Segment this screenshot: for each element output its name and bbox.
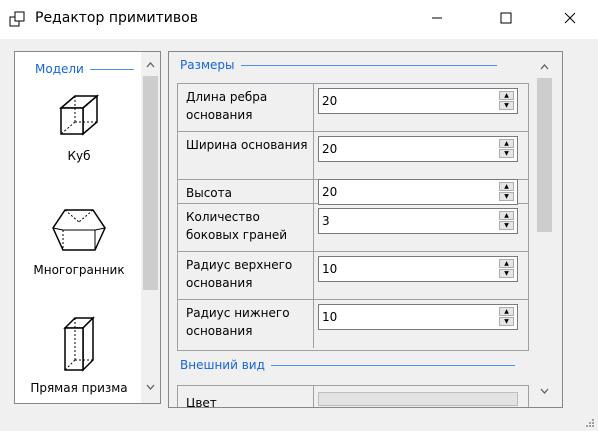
window-icon xyxy=(9,11,27,32)
numeric-stepper[interactable]: ▲ ▼ xyxy=(499,139,514,159)
property-label: Цвет xyxy=(178,386,314,407)
section-title-dimensions: Размеры xyxy=(180,58,235,72)
property-label: Высота xyxy=(178,180,314,203)
property-row-color: Цвет xyxy=(178,386,528,407)
stepper-down-icon[interactable]: ▼ xyxy=(499,101,514,110)
models-scrollbar-thumb[interactable] xyxy=(143,76,158,290)
numeric-stepper[interactable]: ▲ ▼ xyxy=(499,211,514,231)
model-item-prism[interactable]: Прямая призма xyxy=(19,314,139,395)
window-title: Редактор примитивов xyxy=(35,10,198,26)
close-button[interactable] xyxy=(547,0,593,39)
dimensions-grid: Длина ребра основания 20 ▲ ▼ Ширина осно… xyxy=(177,83,529,351)
property-row-side-faces-count: Количество боковых граней 3 ▲ ▼ xyxy=(178,204,528,252)
numeric-stepper[interactable]: ▲ ▼ xyxy=(499,91,514,111)
minimize-button[interactable] xyxy=(414,0,460,39)
numeric-stepper[interactable]: ▲ ▼ xyxy=(499,182,514,202)
chevron-down-icon xyxy=(540,386,549,397)
properties-scrollbar-thumb[interactable] xyxy=(537,78,552,232)
scroll-up-button[interactable] xyxy=(141,56,160,74)
properties-panel: Размеры Длина ребра основания 20 ▲ ▼ Шир… xyxy=(168,51,563,408)
property-row-top-base-radius: Радиус верхнего основания 10 ▲ ▼ xyxy=(178,252,528,300)
models-panel: Модели Куб Многогранник Прямая призма xyxy=(14,51,161,404)
property-row-base-width: Ширина основания 20 ▲ ▼ xyxy=(178,132,528,180)
section-divider xyxy=(240,64,497,66)
maximize-icon xyxy=(500,12,512,27)
chevron-down-icon xyxy=(146,382,155,393)
stepper-up-icon[interactable]: ▲ xyxy=(499,139,514,148)
model-label-polyhedron: Многогранник xyxy=(33,263,125,277)
scroll-down-button[interactable] xyxy=(141,378,160,396)
property-label: Длина ребра основания xyxy=(178,84,314,131)
model-label-prism: Прямая призма xyxy=(30,381,128,395)
properties-scrollbar[interactable] xyxy=(535,52,554,407)
property-label: Радиус верхнего основания xyxy=(178,252,314,299)
color-picker[interactable] xyxy=(318,392,518,406)
top-base-radius-input[interactable]: 10 ▲ ▼ xyxy=(318,256,518,282)
chevron-up-icon xyxy=(146,60,155,71)
model-item-cube[interactable]: Куб xyxy=(19,92,139,163)
minimize-icon xyxy=(431,12,443,27)
close-icon xyxy=(564,12,576,27)
side-faces-count-input[interactable]: 3 ▲ ▼ xyxy=(318,208,518,234)
models-header-divider xyxy=(89,68,134,70)
cube-icon xyxy=(53,94,105,145)
section-title-appearance: Внешний вид xyxy=(180,358,265,372)
base-width-input[interactable]: 20 ▲ ▼ xyxy=(318,136,518,162)
models-header-label: Модели xyxy=(35,62,84,76)
property-label: Количество боковых граней xyxy=(178,204,314,251)
appearance-grid: Цвет xyxy=(177,385,529,407)
scroll-up-button[interactable] xyxy=(535,58,554,76)
section-divider xyxy=(270,364,515,366)
stepper-up-icon[interactable]: ▲ xyxy=(499,307,514,316)
property-row-bottom-base-radius: Радиус нижнего основания 10 ▲ ▼ xyxy=(178,300,528,348)
numeric-stepper[interactable]: ▲ ▼ xyxy=(499,259,514,279)
stepper-down-icon[interactable]: ▼ xyxy=(499,221,514,230)
model-label-cube: Куб xyxy=(67,149,91,163)
property-label: Ширина основания xyxy=(178,132,314,179)
model-item-polyhedron[interactable]: Многогранник xyxy=(19,204,139,277)
section-header-dimensions: Размеры xyxy=(180,58,497,72)
property-label: Радиус нижнего основания xyxy=(178,300,314,348)
property-row-base-edge-length: Длина ребра основания 20 ▲ ▼ xyxy=(178,84,528,132)
input-value: 3 xyxy=(322,214,330,228)
scroll-down-button[interactable] xyxy=(535,382,554,400)
input-value: 20 xyxy=(322,94,338,108)
numeric-stepper[interactable]: ▲ ▼ xyxy=(499,307,514,327)
prism-icon xyxy=(59,316,99,377)
bottom-base-radius-input[interactable]: 10 ▲ ▼ xyxy=(318,304,518,330)
input-value: 20 xyxy=(322,185,338,199)
input-value: 10 xyxy=(322,310,338,324)
base-edge-length-input[interactable]: 20 ▲ ▼ xyxy=(318,88,518,114)
maximize-button[interactable] xyxy=(483,0,529,39)
stepper-down-icon[interactable]: ▼ xyxy=(499,317,514,326)
property-row-height: Высота 20 ▲ ▼ xyxy=(178,179,528,205)
stepper-up-icon[interactable]: ▲ xyxy=(499,259,514,268)
polyhedron-icon xyxy=(49,209,109,259)
title-bar: Редактор примитивов xyxy=(0,0,598,39)
stepper-down-icon[interactable]: ▼ xyxy=(499,269,514,278)
models-header: Модели xyxy=(35,62,134,76)
input-value: 10 xyxy=(322,262,338,276)
stepper-down-icon[interactable]: ▼ xyxy=(499,192,514,201)
section-header-appearance: Внешний вид xyxy=(180,358,515,372)
stepper-up-icon[interactable]: ▲ xyxy=(499,91,514,100)
chevron-up-icon xyxy=(540,62,549,73)
height-input[interactable]: 20 ▲ ▼ xyxy=(318,179,518,205)
models-scrollbar[interactable] xyxy=(141,52,160,403)
stepper-up-icon[interactable]: ▲ xyxy=(499,182,514,191)
stepper-down-icon[interactable]: ▼ xyxy=(499,149,514,158)
resize-grip-icon[interactable] xyxy=(583,416,595,431)
input-value: 20 xyxy=(322,142,338,156)
stepper-up-icon[interactable]: ▲ xyxy=(499,211,514,220)
